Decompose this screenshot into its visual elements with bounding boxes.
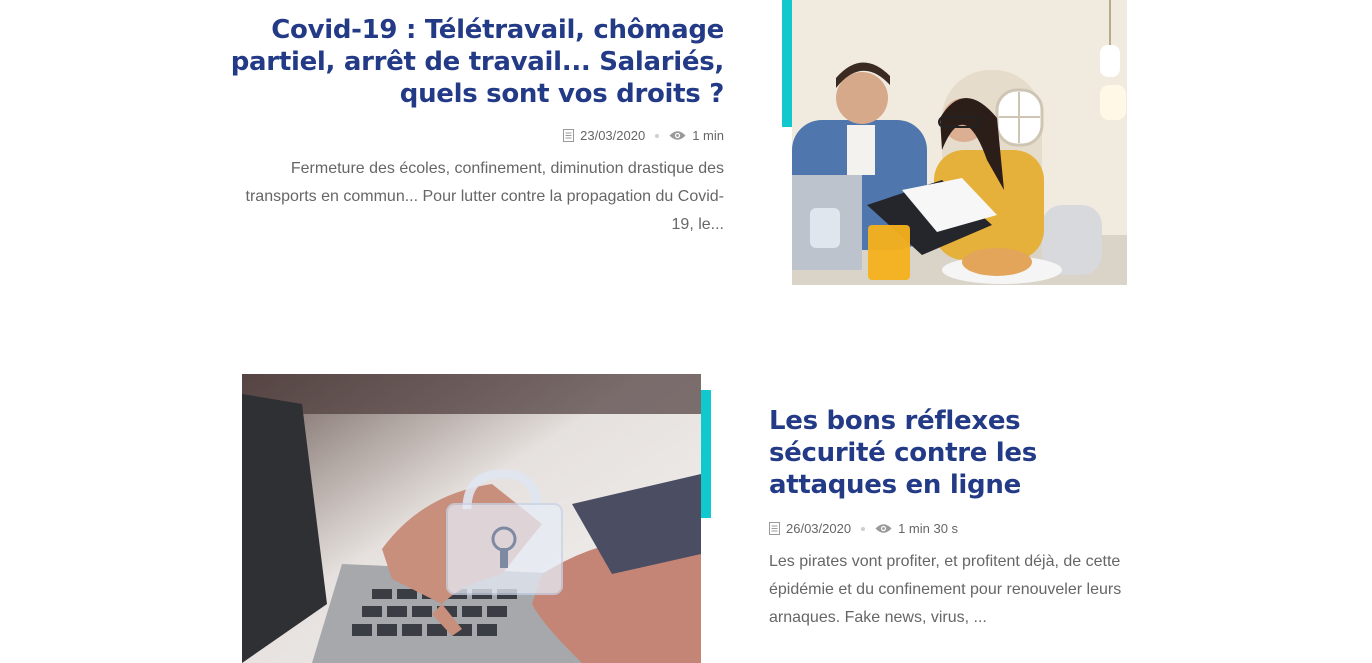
- meta-separator: [861, 526, 866, 531]
- article-title-1[interactable]: Covid-19 : Télétravail, chômage partiel,…: [230, 14, 725, 110]
- eye-icon: [875, 523, 892, 534]
- article-card-1: Covid-19 : Télétravail, chômage partiel,…: [230, 14, 725, 239]
- article-meta-1: 23/03/2020 1 min: [230, 128, 724, 143]
- eye-icon: [669, 130, 686, 141]
- article-excerpt-2: Les pirates vont profiter, et profitent …: [769, 553, 1122, 626]
- article-image-1[interactable]: [792, 0, 1127, 285]
- meta-separator: [655, 133, 660, 138]
- article-title-2[interactable]: Les bons réflexes sécurité contre les at…: [769, 405, 1129, 501]
- article-date: 23/03/2020: [580, 128, 646, 143]
- accent-bar: [782, 0, 792, 127]
- article-date: 26/03/2020: [786, 521, 852, 536]
- article-image-2[interactable]: [242, 374, 701, 663]
- accent-bar: [701, 390, 711, 518]
- article-meta-2: 26/03/2020 1 min 30 s: [769, 521, 1129, 536]
- article-excerpt-1: Fermeture des écoles, confinement, dimin…: [245, 160, 724, 233]
- article-read-time: 1 min 30 s: [898, 521, 959, 536]
- document-icon: [769, 522, 780, 535]
- article-read-time: 1 min: [692, 128, 724, 143]
- article-card-2: Les bons réflexes sécurité contre les at…: [769, 405, 1129, 632]
- document-icon: [563, 129, 575, 142]
